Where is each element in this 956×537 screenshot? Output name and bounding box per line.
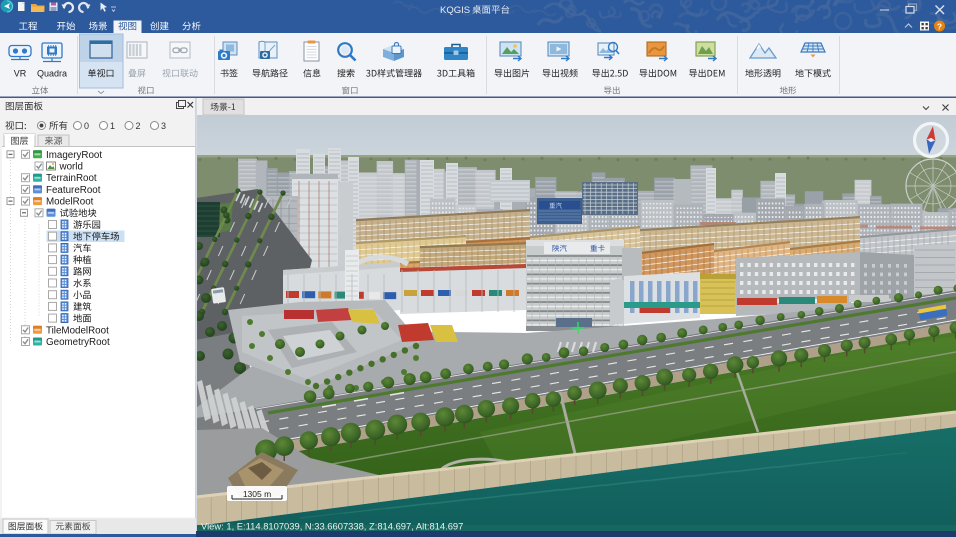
- svg-text:ImageryRoot: ImageryRoot: [46, 150, 102, 161]
- svg-text:3: 3: [161, 121, 166, 131]
- svg-text:View: 1, E:114.8107039, N:33.6: View: 1, E:114.8107039, N:33.6607338, Z:…: [201, 521, 463, 532]
- svg-text:world: world: [59, 162, 83, 173]
- svg-text:Quadra: Quadra: [37, 69, 67, 79]
- svg-text:?: ?: [937, 22, 942, 32]
- svg-text:TileModelRoot: TileModelRoot: [46, 325, 109, 336]
- svg-text:ModelRoot: ModelRoot: [46, 197, 94, 208]
- svg-text:FeatureRoot: FeatureRoot: [46, 185, 101, 196]
- svg-text:1305 m: 1305 m: [243, 489, 271, 499]
- svg-text:2: 2: [136, 121, 141, 131]
- svg-text:VR: VR: [14, 69, 27, 79]
- svg-text:GeometryRoot: GeometryRoot: [46, 337, 110, 348]
- svg-text:TerrainRoot: TerrainRoot: [46, 173, 97, 184]
- svg-text:0: 0: [84, 121, 89, 131]
- svg-text:1: 1: [110, 121, 115, 131]
- svg-text:KQGIS: KQGIS: [440, 5, 470, 16]
